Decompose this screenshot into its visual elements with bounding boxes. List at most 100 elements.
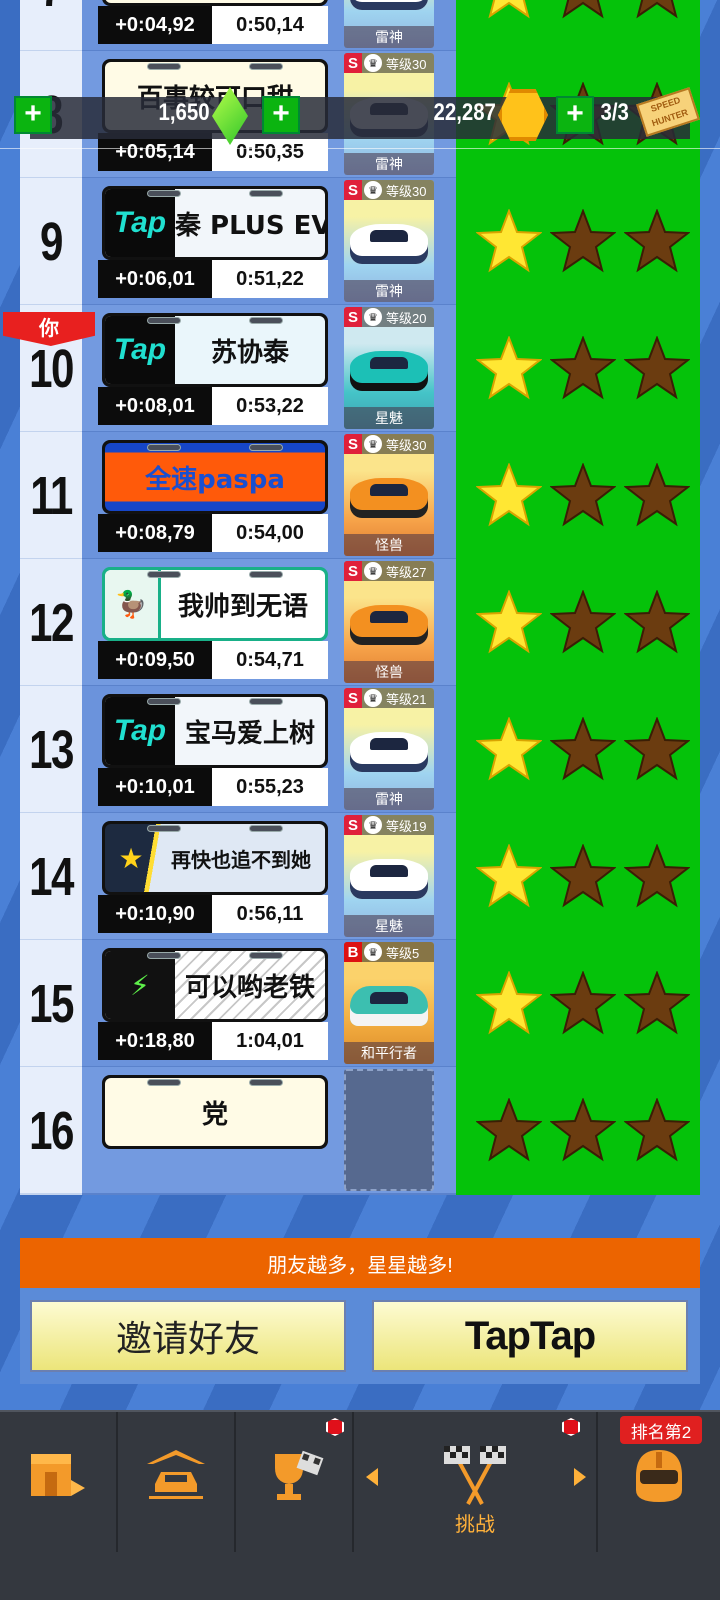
car-brand-icon: ♛ [364,943,382,961]
rank-cell: 14 [20,813,82,941]
chevron-right-icon[interactable] [574,1468,586,1486]
car-card[interactable]: S ♛ 等级20 星魅 [344,307,434,429]
star-empty-icon [550,717,616,781]
car-brand-icon: ♛ [364,435,382,453]
car-card[interactable]: B ♛ 等级5 和平行者 [344,942,434,1064]
leaderboard-row[interactable]: 12 🦆 我帅到无语 +0:09,50 0:54,71 S ♛ 等级27 怪兽 [20,559,700,687]
plate-mount-hole [147,1079,181,1086]
car-name: 雷神 [344,788,434,810]
lap-time: 0:51,22 [212,260,328,298]
license-plate[interactable]: ⚡ 可以哟老铁 [102,948,328,1022]
leaderboard-row[interactable]: 14 ★ 再快也追不到她 +0:10,90 0:56,11 S ♛ 等级19 星魅 [20,813,700,941]
leaderboard-row[interactable]: 11 全速paspa +0:08,79 0:54,00 S ♛ 等级30 怪兽 [20,432,700,560]
lap-time: 0:53,22 [212,387,328,425]
rank-number: 16 [29,1101,74,1161]
car-class-badge: S [344,561,362,581]
manga-sticker-icon: ⚡ [105,951,175,1019]
car-level: 等级19 [386,818,427,834]
license-plate-face: 党 [105,1078,325,1146]
player-cell: ⚡ 可以哟老铁 +0:18,80 1:04,01 B ♛ 等级5 和平行者 [82,940,456,1068]
license-plate[interactable]: Tap 苏协泰 [102,313,328,387]
plate-mount-hole [249,825,283,832]
leaderboard-row[interactable]: 13 Tap 宝马爱上树 +0:10,01 0:55,23 S ♛ 等级21 雷神 [20,686,700,814]
car-level: 等级5 [386,945,420,961]
car-class-badge: S [344,53,362,73]
car-card[interactable]: S ♛ 等级30 怪兽 [344,434,434,556]
car-card[interactable]: S ♛ 等级21 雷神 [344,688,434,810]
events-notification-dot [326,1418,344,1436]
nav-events[interactable] [236,1412,354,1552]
license-plate[interactable]: Tap 宝马爱上树 [102,694,328,768]
star-empty-icon [624,971,690,1035]
plate-text: 全速paspa [145,464,285,495]
add-gems-button[interactable]: + [14,96,52,134]
star-filled-icon [476,971,542,1035]
leaderboard-row[interactable]: 16 党 [20,1067,700,1195]
player-cell: +0:04,92 0:50,14 雷神 [82,0,456,52]
bottom-nav: 挑战 排名第2 [0,1410,720,1600]
car-card[interactable]: 雷神 [344,0,434,48]
plate-text: 苏协泰 [210,337,289,368]
plate-mount-hole [147,317,181,324]
taptap-button[interactable]: TapTap [372,1300,688,1372]
car-card[interactable]: S ♛ 等级19 星魅 [344,815,434,937]
car-header: S ♛ 等级30 [344,53,434,73]
plate-mount-hole [147,63,181,70]
nav-challenge[interactable]: 挑战 [354,1412,598,1552]
star-empty-icon [624,463,690,527]
plate-mount-hole [249,190,283,197]
leaderboard-row[interactable]: 7 +0:04,920:50,14 雷神 [20,0,700,52]
car-card[interactable]: S ♛ 等级27 怪兽 [344,561,434,683]
nav-garage[interactable] [118,1412,236,1552]
rank-number: 7 [27,0,75,52]
chevron-left-icon[interactable] [366,1468,378,1486]
license-plate-face: ★ 再快也追不到她 [105,824,325,892]
time-bar: +0:08,01 0:53,22 [98,387,328,425]
car-card[interactable]: S ♛ 等级30 雷神 [344,180,434,302]
car-level: 等级27 [386,564,427,580]
leaderboard-row[interactable]: 15 ⚡ 可以哟老铁 +0:18,80 1:04,01 B ♛ 等级5 和平行者 [20,940,700,1068]
star-empty-icon [562,0,604,19]
star-rating [466,940,700,1068]
star-empty-icon [624,209,690,273]
star-rating [466,1067,700,1195]
license-plate-face: Tap秦 PLUS EV🚗 [105,189,325,257]
star-rating [466,178,700,306]
car-name: 怪兽 [344,534,434,556]
star-filled-icon [476,336,542,400]
license-plate-face: ⚡ 可以哟老铁 [105,951,325,1019]
star-empty-icon [550,590,616,654]
plate-mount-hole [249,63,283,70]
shop-icon [31,1454,85,1496]
car-brand-icon: ♛ [364,689,382,707]
rank-cell: 9 [20,178,82,306]
currency-bar: + 1,650 + 22,287 + 3/3 SPEED HUNTER [0,87,720,149]
car-header: S ♛ 等级30 [344,434,434,454]
car-brand-icon: ♛ [364,54,382,72]
car-brand-icon: ♛ [364,308,382,326]
nav-shop[interactable] [0,1412,118,1552]
car-name: 和平行者 [344,1042,434,1064]
license-plate[interactable]: 党 [102,1075,328,1149]
license-plate[interactable]: 全速paspa [102,440,328,514]
star-empty-icon [550,336,616,400]
gems-count: 1,650 [158,99,210,126]
car-class-badge: S [344,815,362,835]
plate-mount-hole [147,444,181,451]
car-class-badge: S [344,688,362,708]
tap-logo: Tap [105,316,175,384]
license-plate[interactable]: ★ 再快也追不到她 [102,821,328,895]
car-name: 雷神 [344,26,434,48]
add-coins-button[interactable]: + [262,96,300,134]
plate-text: 党 [201,1099,228,1130]
tap-logo: Tap [105,189,175,257]
license-plate[interactable]: 🦆 我帅到无语 [102,567,328,641]
add-tickets-button[interactable]: + [556,96,594,134]
car-class-badge: S [344,434,362,454]
leaderboard-row[interactable]: 10 Tap 苏协泰 +0:08,01 0:53,22 S ♛ 等级20 星魅 [20,305,700,433]
rank-cell: 7 [20,0,82,52]
license-plate[interactable]: Tap秦 PLUS EV🚗 [102,186,328,260]
leaderboard-row[interactable]: 9Tap秦 PLUS EV🚗+0:06,010:51,22S♛等级30雷神 [20,178,700,306]
invite-friends-button[interactable]: 邀请好友 [30,1300,346,1372]
car-window [370,484,408,496]
